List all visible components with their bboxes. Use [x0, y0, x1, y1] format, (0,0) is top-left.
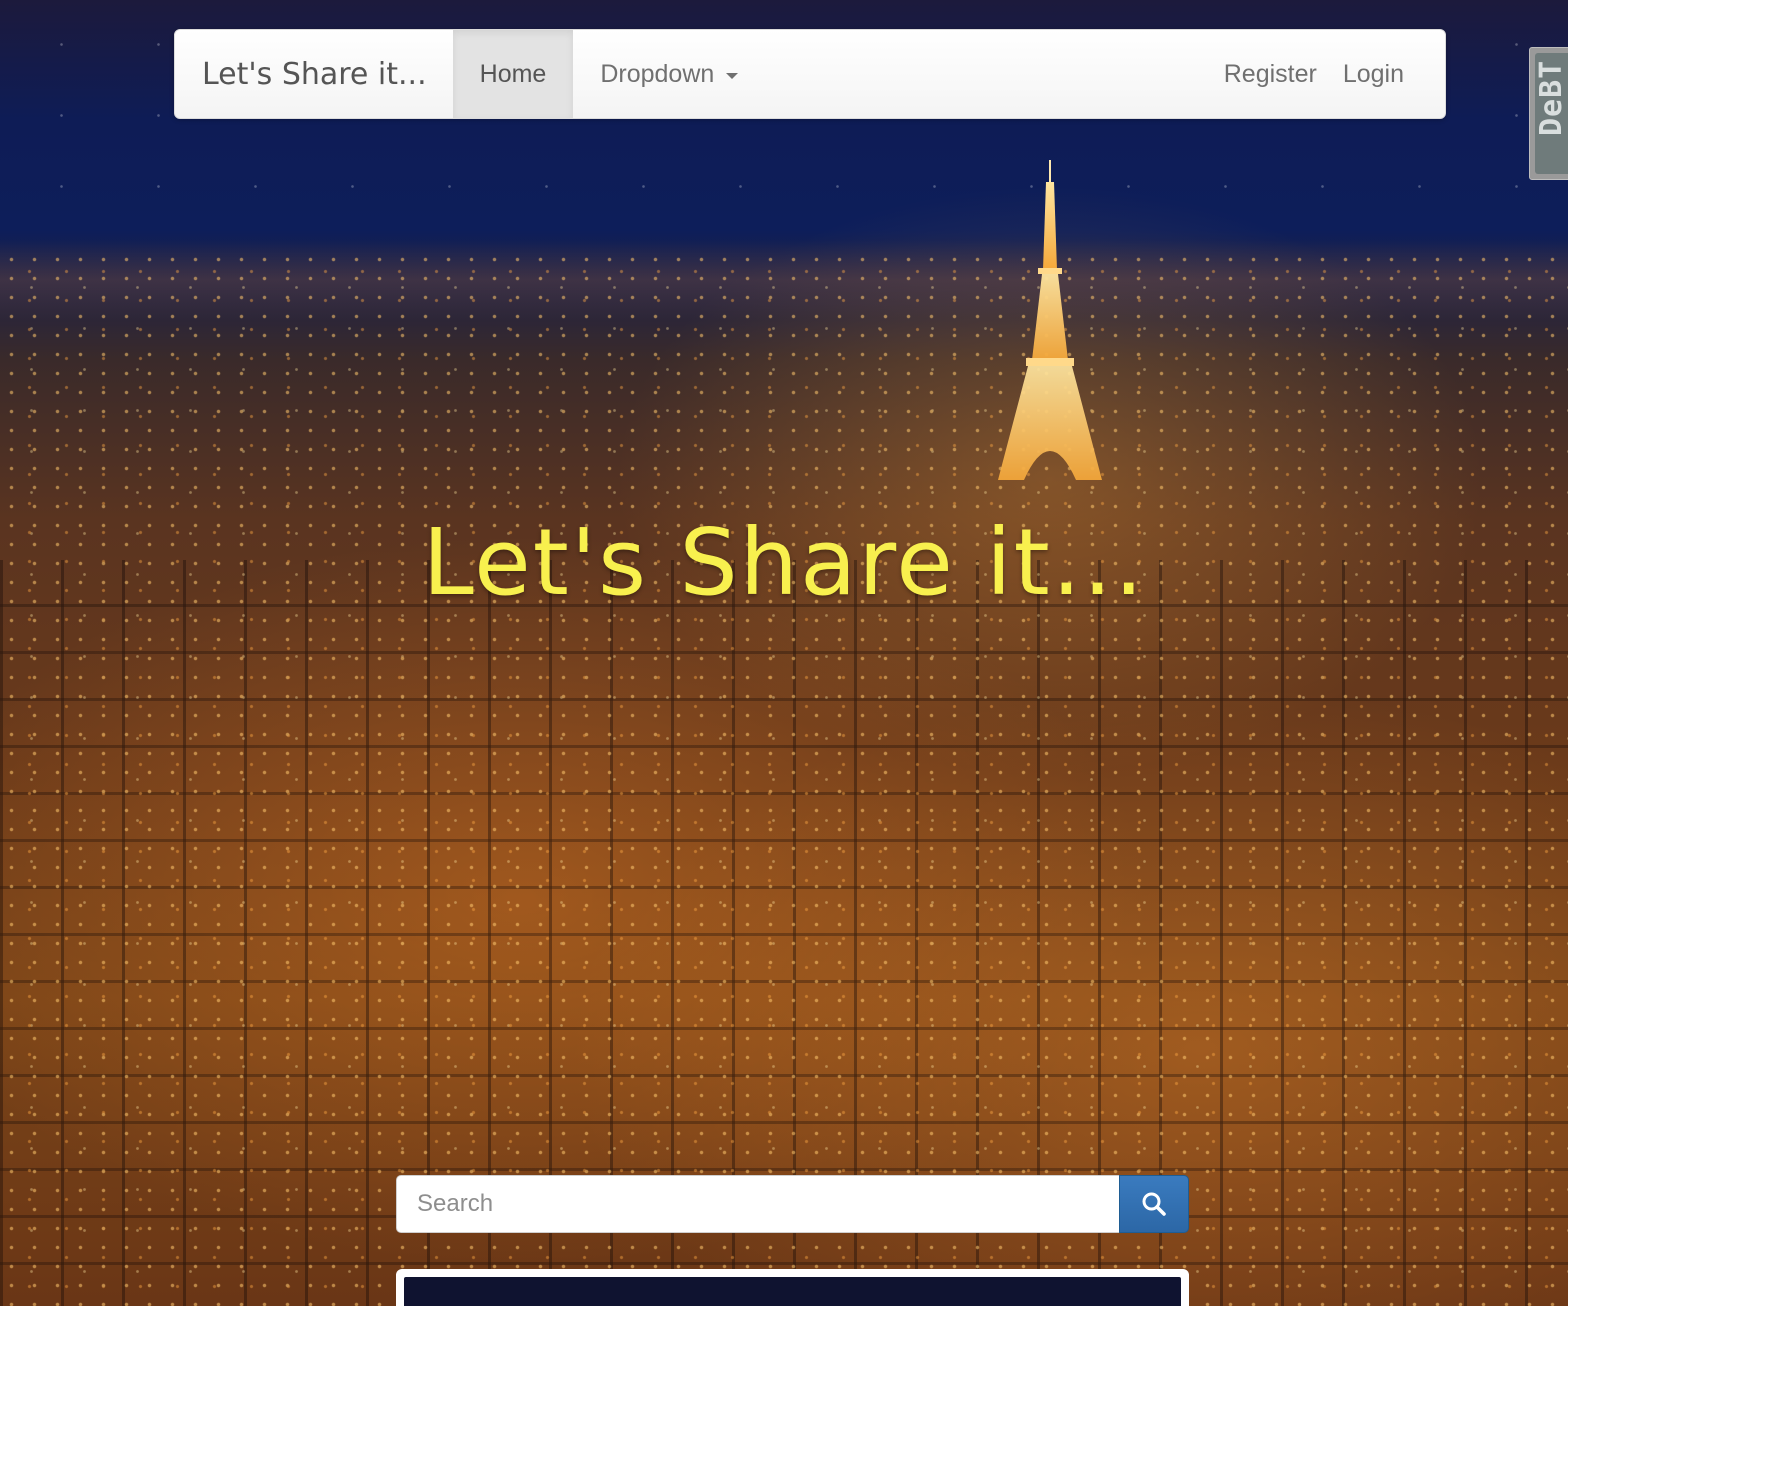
nav-item-register[interactable]: Register	[1211, 30, 1330, 118]
search-input[interactable]	[396, 1175, 1119, 1233]
search-button[interactable]	[1119, 1175, 1189, 1233]
nav-item-home[interactable]: Home	[452, 30, 574, 118]
search-group	[396, 1175, 1189, 1233]
nav-item-dropdown[interactable]: Dropdown	[573, 30, 765, 118]
eiffel-tower-icon	[998, 160, 1102, 480]
search-icon	[1142, 1192, 1166, 1216]
navbar-brand[interactable]: Let's Share it...	[175, 30, 453, 118]
content-panel	[396, 1269, 1189, 1306]
nav-item-register-label: Register	[1223, 59, 1317, 88]
page: Let's Share it... Home Dropdown Register…	[0, 0, 1568, 1306]
nav-item-dropdown-label: Dropdown	[600, 59, 715, 88]
navbar-right: Register Login	[1211, 30, 1445, 118]
hero-title: Let's Share it...	[422, 509, 1146, 616]
navbar: Let's Share it... Home Dropdown Register…	[174, 29, 1446, 119]
background-city-lights	[0, 250, 1568, 1306]
nav-item-home-label: Home	[479, 59, 547, 88]
side-widget-tab[interactable]: DeBT	[1529, 47, 1568, 180]
side-widget-label: DeBT	[1534, 59, 1568, 136]
content-panel-image	[404, 1277, 1181, 1306]
nav-item-login[interactable]: Login	[1330, 30, 1417, 118]
nav-item-login-label: Login	[1342, 59, 1404, 88]
caret-down-icon	[726, 72, 739, 79]
